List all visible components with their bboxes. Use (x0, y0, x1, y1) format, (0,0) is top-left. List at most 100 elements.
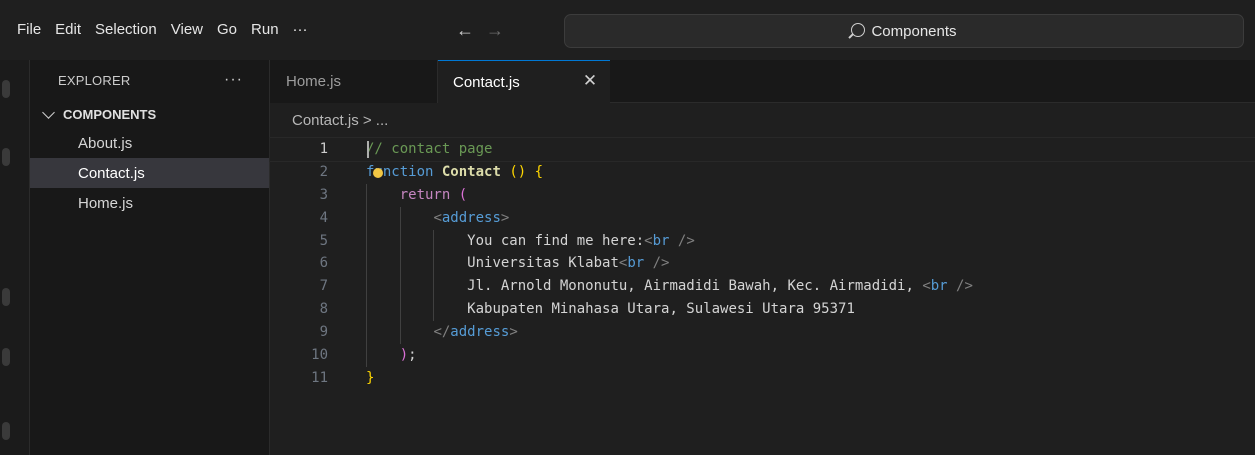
code-line[interactable]: 7 Jl. Arnold Mononutu, Airmadidi Bawah, … (270, 275, 1255, 299)
code-line[interactable]: 11} (270, 367, 1255, 390)
code-text: function Contact () { (366, 161, 543, 184)
folder-components[interactable]: COMPONENTS (30, 100, 269, 128)
code-line[interactable]: 1 // contact page (269, 137, 1255, 162)
search-icon (851, 23, 866, 37)
code-token: You can find me here: (467, 232, 645, 249)
code-line[interactable]: 9 </address> (270, 321, 1255, 345)
code-token: return (399, 186, 451, 203)
code-line[interactable]: 4 <address> (270, 206, 1255, 230)
code-line[interactable]: 10 ); (270, 344, 1255, 367)
activity-run-icon[interactable] (2, 288, 10, 306)
breadcrumb[interactable]: Contact.js > ... (292, 112, 388, 129)
menu-run[interactable]: Run (244, 0, 286, 60)
file-contact[interactable]: Contact.js (30, 158, 269, 188)
menu-bar: File Edit Selection View Go Run ··· (0, 0, 315, 60)
code-text: Kabupaten Minahasa Utara, Sulawesi Utara… (366, 298, 855, 321)
activity-accounts-icon[interactable] (2, 422, 10, 440)
line-number: 3 (319, 186, 328, 203)
code-line[interactable]: 3 return ( (270, 183, 1255, 207)
code-token: address (450, 324, 510, 341)
code-token: } (366, 369, 375, 386)
code-token: Contact (441, 163, 501, 180)
activity-bar (0, 60, 30, 455)
code-token: /> (652, 255, 670, 272)
lightbulb-icon[interactable] (373, 167, 383, 178)
code-token: // contact page (366, 141, 493, 157)
line-number: 4 (319, 209, 328, 226)
code-token: br (930, 278, 948, 295)
command-center-search[interactable]: Components (564, 14, 1244, 48)
code-token: br (652, 232, 670, 249)
code-token: Kabupaten Minahasa Utara, Sulawesi Utara… (467, 301, 855, 318)
code-token: br (627, 255, 645, 272)
line-number: 8 (319, 301, 328, 318)
code-token: () { (509, 163, 544, 180)
explorer-header: EXPLORER ··· (30, 60, 269, 100)
line-number: 5 (319, 232, 328, 249)
code-line[interactable]: 6 Universitas Klabat<br /> (270, 252, 1255, 276)
code-token: < (922, 278, 931, 295)
activity-extensions-icon[interactable] (2, 348, 10, 366)
command-center-label: Components (871, 22, 957, 40)
activity-explorer-icon[interactable] (2, 80, 10, 98)
code-text: // contact page (366, 138, 492, 161)
tab-home[interactable]: Home.js (270, 60, 438, 103)
menu-more[interactable]: ··· (286, 0, 315, 60)
code-token: </ (433, 324, 451, 341)
code-line[interactable]: 8 Kabupaten Minahasa Utara, Sulawesi Uta… (270, 298, 1255, 322)
menu-view[interactable]: View (164, 0, 210, 60)
code-token: > (500, 209, 510, 226)
back-arrow-icon[interactable]: ← (456, 20, 474, 41)
line-number: 6 (319, 255, 328, 272)
code-token: Universitas Klabat (467, 255, 619, 272)
file-about[interactable]: About.js (30, 128, 269, 158)
code-editor[interactable]: 1 // contact page 2 function Contact () {3 … (269, 137, 1255, 390)
chevron-down-icon (42, 105, 55, 119)
tab-label: Home.js (286, 73, 342, 90)
navigation-arrows: ← → (456, 0, 504, 60)
code-text: Universitas Klabat<br /> (366, 252, 669, 275)
line-number: 1 (319, 141, 328, 157)
menu-file[interactable]: File (10, 0, 48, 60)
code-line[interactable]: 5 You can find me here:<br /> (270, 229, 1255, 253)
line-number: 7 (319, 278, 328, 295)
forward-arrow-icon[interactable]: → (486, 20, 504, 41)
folder-label: COMPONENTS (63, 106, 157, 122)
explorer-more-icon[interactable]: ··· (224, 71, 243, 89)
code-text: ); (366, 344, 417, 367)
menu-go[interactable]: Go (210, 0, 244, 60)
tab-contact[interactable]: Contact.js ✕ (438, 60, 610, 104)
text-cursor (367, 141, 369, 158)
line-number: 2 (319, 163, 328, 180)
line-number: 11 (311, 369, 328, 386)
code-token: ; (408, 347, 417, 364)
code-token: Jl. Arnold Mononutu, Airmadidi Bawah, Ke… (467, 278, 923, 295)
code-token: /> (677, 232, 695, 249)
close-icon[interactable]: ✕ (580, 71, 600, 91)
title-bar: File Edit Selection View Go Run ··· ← → … (0, 0, 1255, 60)
code-text: You can find me here:<br /> (366, 230, 695, 253)
tab-label: Contact.js (453, 74, 520, 91)
code-text: <address> (366, 207, 509, 230)
code-token: ) (399, 347, 409, 364)
file-home[interactable]: Home.js (30, 188, 269, 218)
activity-search-icon[interactable] (2, 148, 10, 166)
code-token: < (433, 209, 442, 226)
code-text: Jl. Arnold Mononutu, Airmadidi Bawah, Ke… (366, 275, 973, 298)
code-text: </address> (366, 321, 517, 344)
code-line[interactable]: 2 function Contact () { (270, 161, 1255, 184)
editor-area: Home.js Contact.js ✕ Contact.js > ... 1 /… (269, 60, 1255, 455)
code-text: } (366, 367, 374, 390)
code-token: /> (956, 278, 973, 295)
code-text: return ( (366, 184, 467, 207)
menu-selection[interactable]: Selection (88, 0, 164, 60)
code-token: address (441, 209, 501, 226)
menu-edit[interactable]: Edit (48, 0, 88, 60)
explorer-title: EXPLORER (58, 72, 131, 88)
code-token: ( (458, 186, 468, 203)
